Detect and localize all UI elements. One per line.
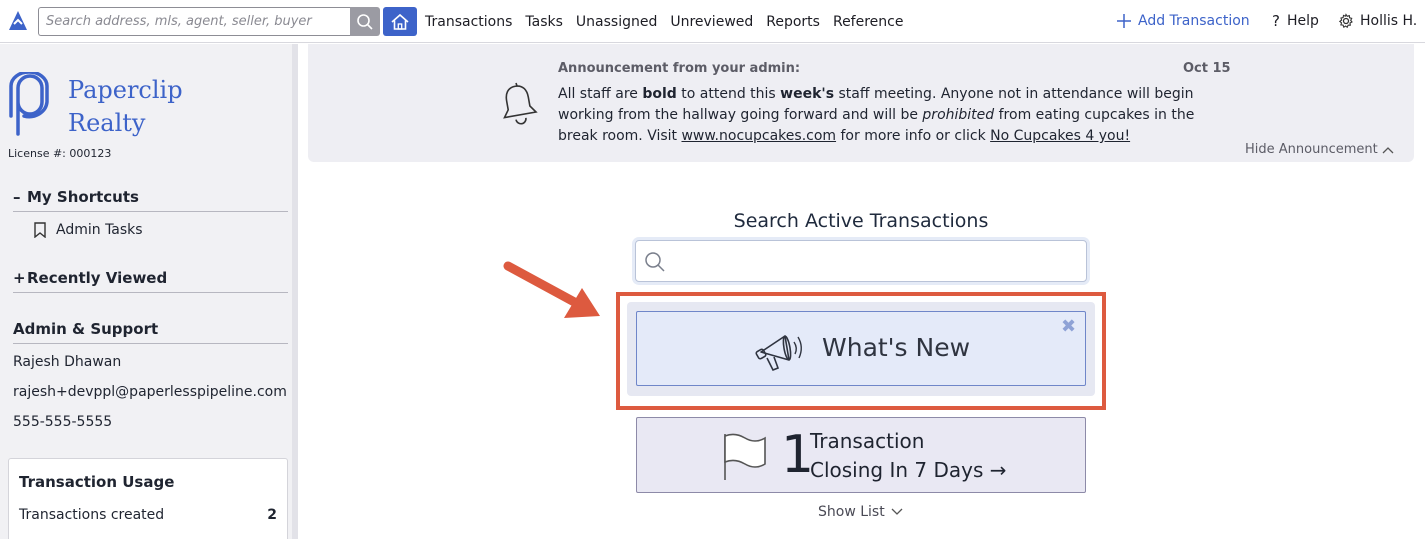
announcement-panel: Announcement from your admin: Oct 15 All… — [308, 44, 1414, 162]
ann-text: All staff are — [558, 86, 643, 102]
add-transaction-button[interactable]: Add Transaction — [1116, 11, 1250, 31]
recently-viewed-heading: Recently Viewed — [27, 269, 168, 287]
announcement-date: Oct 15 — [1183, 61, 1231, 76]
admin-support-heading: Admin & Support — [13, 320, 288, 344]
whats-new-card[interactable]: What's New ✖ — [636, 311, 1086, 386]
search-button[interactable] — [350, 7, 380, 36]
user-menu[interactable]: Hollis H. — [1338, 11, 1417, 31]
app-logo-icon[interactable] — [5, 8, 31, 34]
show-list-toggle[interactable]: Show List — [818, 504, 903, 520]
top-bar: Transactions Tasks Unassigned Unreviewed… — [0, 0, 1425, 43]
closing-label-line2: Closing In 7 Days → — [810, 458, 1007, 482]
sidebar: Paperclip Realty License #: 000123 – My S… — [0, 44, 298, 539]
admin-email[interactable]: rajesh+devppl@paperlesspipeline.com — [13, 384, 287, 400]
admin-phone[interactable]: 555-555-5555 — [13, 414, 112, 430]
search-icon — [357, 13, 373, 30]
paperclip-logo-icon — [9, 72, 49, 136]
help-button[interactable]: ? Help — [1272, 11, 1319, 31]
close-icon[interactable]: ✖ — [1061, 316, 1076, 337]
license-number: License #: 000123 — [8, 147, 112, 160]
recently-viewed-toggle[interactable]: +Recently Viewed — [13, 269, 288, 293]
nav-reference[interactable]: Reference — [833, 14, 904, 30]
collapse-icon: – — [13, 188, 21, 206]
whats-new-label: What's New — [822, 333, 971, 362]
shortcuts-heading: My Shortcuts — [27, 188, 139, 206]
shortcuts-toggle[interactable]: – My Shortcuts — [13, 188, 288, 212]
admin-support-label: Admin & Support — [13, 320, 159, 338]
question-icon: ? — [1272, 12, 1280, 30]
megaphone-icon — [755, 335, 802, 372]
nav-unreviewed[interactable]: Unreviewed — [670, 14, 753, 30]
global-search — [38, 7, 380, 36]
usage-row: Transactions created 2 — [19, 507, 277, 523]
ann-text: to attend this — [676, 86, 781, 102]
chevron-up-icon — [1382, 146, 1394, 153]
gear-icon — [1338, 13, 1353, 29]
main-nav: Transactions Tasks Unassigned Unreviewed… — [425, 0, 903, 43]
active-transactions-input[interactable] — [676, 247, 1076, 275]
ann-bold: week's — [780, 86, 835, 102]
nav-tasks[interactable]: Tasks — [525, 14, 563, 30]
ann-bold: bold — [642, 86, 677, 102]
hide-announcement-label: Hide Announcement — [1245, 142, 1378, 157]
search-icon — [645, 252, 665, 272]
admin-name: Rajesh Dhawan — [13, 354, 122, 370]
ann-italic: prohibited — [922, 107, 995, 123]
shortcut-label: Admin Tasks — [56, 222, 143, 238]
global-search-input[interactable] — [38, 7, 350, 36]
usage-value: 2 — [267, 507, 277, 523]
active-transactions-search[interactable] — [635, 240, 1087, 282]
brokerage-logo: Paperclip Realty — [8, 72, 268, 142]
plus-icon — [1117, 14, 1131, 28]
no-cupcakes-link[interactable]: No Cupcakes 4 you! — [990, 128, 1130, 144]
nocupcakes-link[interactable]: www.nocupcakes.com — [681, 128, 836, 144]
flag-icon — [724, 433, 766, 480]
ann-text: for more info or click — [836, 128, 991, 144]
search-active-title: Search Active Transactions — [733, 210, 989, 232]
add-transaction-label: Add Transaction — [1138, 13, 1250, 29]
home-button[interactable] — [383, 7, 417, 36]
show-list-label: Show List — [818, 504, 885, 520]
announcement-body: All staff are bold to attend this week's… — [558, 84, 1203, 147]
user-name: Hollis H. — [1360, 13, 1418, 29]
shortcut-admin-tasks[interactable]: Admin Tasks — [33, 222, 143, 238]
brokerage-name-line1: Paperclip — [68, 76, 183, 104]
hide-announcement-button[interactable]: Hide Announcement — [1245, 142, 1394, 157]
bell-icon — [503, 82, 538, 125]
bookmark-icon — [34, 222, 46, 238]
transaction-usage-card: Transaction Usage Transactions created 2 — [8, 458, 288, 539]
nav-transactions[interactable]: Transactions — [425, 14, 512, 30]
usage-title: Transaction Usage — [19, 473, 175, 491]
closing-label-line1: Transaction — [810, 429, 925, 453]
closing-soon-card[interactable]: 1 Transaction Closing In 7 Days → — [636, 417, 1086, 493]
brokerage-name-line2: Realty — [68, 109, 146, 137]
nav-unassigned[interactable]: Unassigned — [576, 14, 657, 30]
expand-icon: + — [13, 269, 26, 287]
red-arrow-annotation — [503, 261, 600, 318]
usage-label: Transactions created — [19, 507, 165, 523]
chevron-down-icon — [891, 508, 903, 515]
help-label: Help — [1286, 13, 1319, 29]
announcement-title: Announcement from your admin: — [558, 61, 801, 76]
home-icon — [391, 13, 409, 30]
nav-reports[interactable]: Reports — [766, 14, 820, 30]
brokerage-name: Paperclip Realty — [68, 74, 183, 140]
